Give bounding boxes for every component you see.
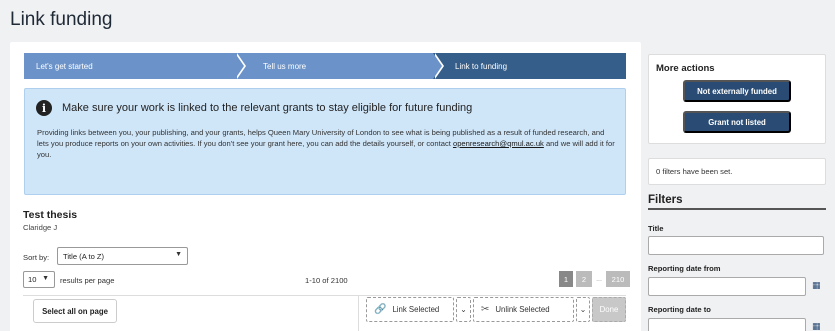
chevron-down-icon: ⌄ — [460, 305, 467, 314]
unlink-icon: ✂ — [481, 304, 490, 315]
page-1-button[interactable]: 1 — [559, 271, 573, 287]
chevron-down-icon: ⌄ — [579, 305, 587, 314]
sort-label: Sort by: — [23, 253, 50, 262]
reporting-to-label: Reporting date to — [648, 305, 711, 314]
more-actions-panel: More actions Not externally funded Grant… — [648, 54, 826, 144]
title-filter-input[interactable] — [648, 236, 824, 255]
grant-not-listed-button[interactable]: Grant not listed — [683, 111, 791, 133]
filter-status: 0 filters have been set. — [648, 158, 826, 185]
alert-body: Providing links between you, your publis… — [37, 128, 615, 159]
page-title: Link funding — [10, 9, 113, 30]
unlink-selected-button[interactable]: ✂ Unlink Selected — [473, 297, 574, 322]
results-toolbar: Select all on page 🔗 Link Selected ⌄ ✂ U… — [23, 295, 626, 331]
record-author: Claridge J — [23, 223, 58, 232]
title-filter-label: Title — [648, 224, 664, 233]
pagination: 1 2 ... 210 — [559, 271, 630, 287]
reporting-date-from-input[interactable] — [648, 277, 806, 296]
step-tell-us-more[interactable]: Tell us more — [235, 53, 444, 79]
chevron-right-icon — [235, 53, 244, 79]
info-alert: i Make sure your work is linked to the r… — [24, 88, 626, 195]
pagination-ellipsis: ... — [596, 275, 602, 283]
link-options-dropdown[interactable]: ⌄ — [456, 297, 471, 322]
record-title: Test thesis — [23, 209, 78, 221]
unlink-options-dropdown[interactable]: ⌄ — [576, 297, 590, 322]
last-page-button[interactable]: 210 — [606, 271, 630, 287]
step-label: Tell us more — [263, 61, 307, 71]
filters-heading: Filters — [648, 194, 826, 210]
results-per-page-label: results per page — [60, 276, 115, 285]
calendar-icon[interactable]: ▦ — [812, 321, 821, 331]
more-actions-title: More actions — [656, 63, 715, 74]
page-2-button[interactable]: 2 — [576, 271, 592, 287]
reporting-from-label: Reporting date from — [648, 264, 721, 273]
step-label: Link to funding — [455, 61, 508, 71]
contact-email-link[interactable]: openresearch@qmul.ac.uk — [453, 139, 544, 148]
not-externally-funded-button[interactable]: Not externally funded — [683, 80, 791, 102]
reporting-date-to-input[interactable] — [648, 318, 806, 331]
link-icon: 🔗 — [374, 304, 387, 315]
step-label: Let's get started — [36, 61, 93, 71]
sort-select[interactable]: Title (A to Z) ▼ — [57, 247, 188, 265]
alert-title: Make sure your work is linked to the rel… — [62, 102, 473, 114]
chevron-down-icon: ▼ — [42, 275, 49, 282]
chevron-down-icon: ▼ — [175, 251, 182, 258]
select-all-button[interactable]: Select all on page — [33, 299, 117, 323]
calendar-icon[interactable]: ▦ — [812, 280, 821, 291]
results-per-page-select[interactable]: 10 ▼ — [23, 271, 55, 288]
done-button[interactable]: Done — [592, 297, 626, 322]
progress-stepper: Let's get started Tell us more Link to f… — [24, 53, 626, 79]
chevron-right-icon — [433, 53, 442, 79]
step-lets-get-started[interactable]: Let's get started — [24, 53, 246, 79]
link-selected-button[interactable]: 🔗 Link Selected — [366, 297, 454, 322]
results-range: 1-10 of 2100 — [305, 276, 348, 285]
toolbar-divider — [358, 296, 359, 331]
main-panel: Let's get started Tell us more Link to f… — [10, 42, 641, 331]
step-link-to-funding[interactable]: Link to funding — [433, 53, 626, 79]
info-icon: i — [36, 100, 52, 116]
